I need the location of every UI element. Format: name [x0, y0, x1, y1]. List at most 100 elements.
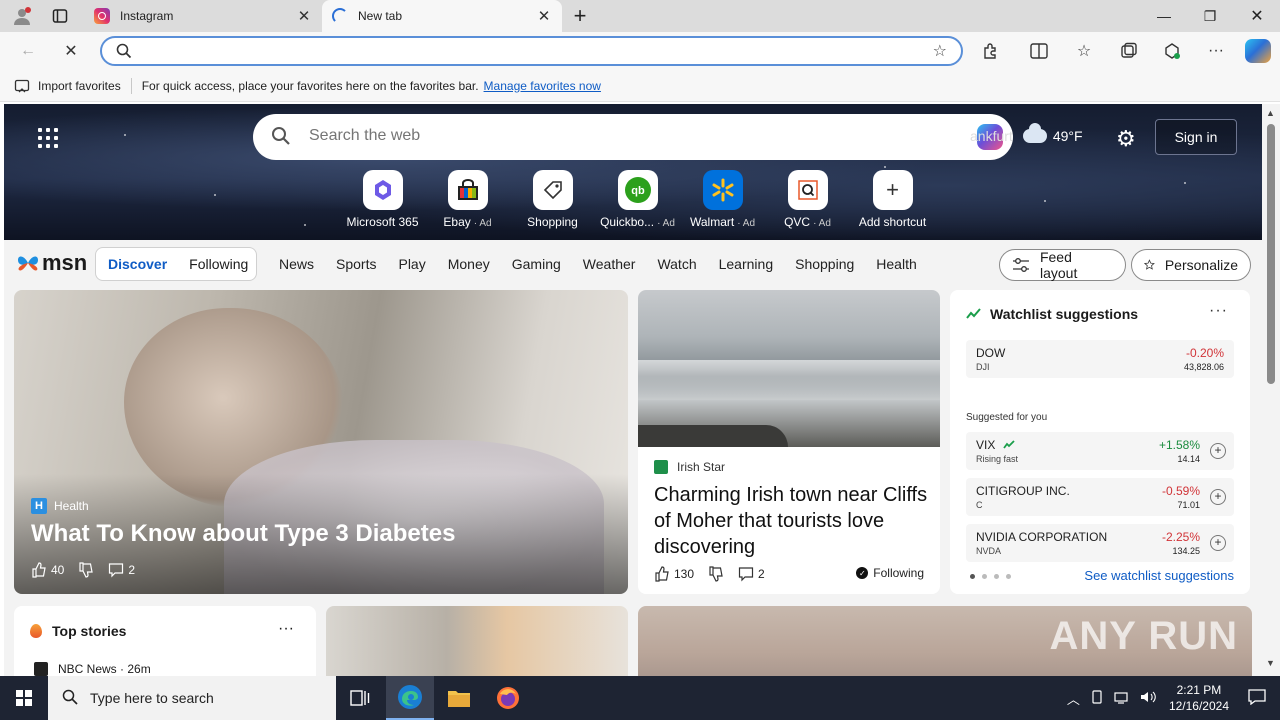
profile-icon[interactable]	[12, 6, 32, 26]
side-story-card[interactable]: Irish Star Charming Irish town near Clif…	[638, 290, 940, 594]
nav-news[interactable]: News	[279, 256, 314, 272]
personalize-button[interactable]: Personalize	[1131, 249, 1251, 281]
feed-layout-button[interactable]: Feed layout	[999, 249, 1126, 281]
close-tab-icon[interactable]: ✕	[296, 7, 312, 25]
favorites-icon[interactable]: ☆	[1070, 38, 1098, 64]
address-input[interactable]	[142, 42, 902, 60]
shortcut-quickbooks[interactable]: qb Quickbo... · Ad	[595, 170, 680, 229]
close-window-icon[interactable]: ✕	[1234, 0, 1280, 32]
minimize-icon[interactable]: —	[1141, 0, 1187, 32]
shortcut-ebay[interactable]: Ebay · Ad	[425, 170, 510, 229]
stock-row-vix[interactable]: VIX Rising fast +1.58% 14.14 +	[966, 432, 1234, 470]
tab-following[interactable]: Following	[189, 256, 248, 272]
more-options-icon[interactable]: ···	[1209, 302, 1228, 320]
nav-shopping[interactable]: Shopping	[795, 256, 854, 272]
story-card-image[interactable]	[326, 606, 628, 676]
more-options-icon[interactable]: ···	[278, 620, 294, 638]
split-screen-icon[interactable]	[1025, 38, 1053, 64]
collections-icon[interactable]	[1115, 38, 1143, 64]
web-search-input[interactable]	[309, 127, 949, 145]
shortcut-walmart[interactable]: Walmart · Ad	[680, 170, 765, 229]
shortcut-add[interactable]: + Add shortcut	[850, 170, 935, 229]
favorite-star-icon[interactable]: ☆	[933, 41, 947, 61]
network-icon[interactable]	[1114, 690, 1130, 707]
file-explorer-icon[interactable]	[435, 676, 483, 720]
weather-widget[interactable]: ankfurt 49°F	[970, 123, 1083, 144]
tab-title: New tab	[358, 9, 403, 23]
tray-overflow-icon[interactable]: ︿	[1067, 689, 1080, 708]
tab-actions-icon[interactable]	[50, 6, 70, 26]
comments-button[interactable]: 2	[108, 562, 135, 578]
notifications-icon[interactable]	[1248, 688, 1266, 708]
msn-logo[interactable]: msn	[16, 250, 87, 276]
volume-icon[interactable]	[1140, 690, 1156, 707]
top-story-source[interactable]: NBC News · 26m	[34, 662, 151, 676]
shortcut-qvc[interactable]: QVC · Ad	[765, 170, 850, 229]
add-to-watchlist-button[interactable]: +	[1210, 489, 1226, 505]
nav-gaming[interactable]: Gaming	[512, 256, 561, 272]
stop-loading-icon[interactable]: ✕	[57, 38, 85, 64]
shortcut-microsoft-365[interactable]: Microsoft 365	[340, 170, 425, 229]
device-icon[interactable]	[1090, 689, 1104, 707]
like-button[interactable]: 130	[654, 566, 694, 582]
comments-button[interactable]: 2	[738, 566, 765, 582]
stock-row-dow[interactable]: DOW DJI -0.20% 43,828.06	[966, 340, 1234, 378]
import-favorites-button[interactable]: Import favorites	[14, 78, 121, 94]
nav-play[interactable]: Play	[398, 256, 425, 272]
more-menu-icon[interactable]: ···	[1202, 38, 1230, 64]
copilot-icon[interactable]	[1245, 39, 1271, 63]
nav-sports[interactable]: Sports	[336, 256, 376, 272]
app-launcher-icon[interactable]	[38, 128, 58, 148]
side-story-title[interactable]: Charming Irish town near Cliffs of Moher…	[654, 482, 930, 560]
stock-price: 134.25	[1172, 546, 1200, 556]
scroll-down-icon[interactable]: ▼	[1266, 658, 1275, 668]
stock-row-citigroup[interactable]: CITIGROUP INC. C -0.59% 71.01 +	[966, 478, 1234, 516]
main-story-title[interactable]: What To Know about Type 3 Diabetes	[31, 520, 455, 548]
close-tab-icon[interactable]: ✕	[536, 7, 552, 25]
dislike-button[interactable]	[708, 566, 724, 582]
web-search-box[interactable]	[253, 114, 1013, 160]
dislike-button[interactable]	[78, 562, 94, 578]
nav-health[interactable]: Health	[876, 256, 916, 272]
following-button[interactable]: ✓ Following	[856, 566, 924, 580]
sign-in-button[interactable]: Sign in	[1155, 119, 1237, 155]
nav-weather[interactable]: Weather	[583, 256, 636, 272]
nav-money[interactable]: Money	[448, 256, 490, 272]
top-stories-header: Top stories	[30, 623, 126, 639]
story-source[interactable]: Irish Star	[654, 460, 725, 474]
nav-learning[interactable]: Learning	[719, 256, 774, 272]
extensions-icon[interactable]	[977, 38, 1005, 64]
scrollbar-thumb[interactable]	[1267, 124, 1275, 384]
browser-essentials-icon[interactable]	[1158, 38, 1186, 64]
task-view-icon[interactable]	[336, 676, 384, 720]
manage-favorites-link[interactable]: Manage favorites now	[484, 79, 601, 93]
add-to-watchlist-button[interactable]: +	[1210, 535, 1226, 551]
taskbar-clock[interactable]: 2:21 PM 12/16/2024	[1169, 682, 1229, 714]
hero-background: ankfurt 49°F ⚙ Sign in Microsoft 365 Eba…	[4, 104, 1262, 240]
shortcut-shopping[interactable]: Shopping	[510, 170, 595, 229]
carousel-dots[interactable]	[970, 574, 1018, 579]
nav-watch[interactable]: Watch	[657, 256, 696, 272]
see-watchlist-link[interactable]: See watchlist suggestions	[1084, 568, 1234, 583]
story-category[interactable]: H Health	[31, 498, 89, 514]
page-scrollbar[interactable]: ▲ ▼	[1262, 104, 1280, 676]
main-story-card[interactable]: H Health What To Know about Type 3 Diabe…	[14, 290, 628, 594]
scroll-up-icon[interactable]: ▲	[1266, 108, 1275, 118]
story-card-wide[interactable]: ANY RUN	[638, 606, 1252, 676]
tab-discover[interactable]: Discover	[108, 256, 167, 272]
stock-row-nvidia[interactable]: NVIDIA CORPORATION NVDA -2.25% 134.25 +	[966, 524, 1234, 562]
back-icon[interactable]: ←	[14, 38, 42, 64]
edge-app-icon[interactable]	[386, 676, 434, 720]
taskbar-search[interactable]: Type here to search	[48, 676, 336, 720]
add-to-watchlist-button[interactable]: +	[1210, 443, 1226, 459]
tab-instagram[interactable]: Instagram ✕	[84, 0, 322, 32]
tab-new-tab[interactable]: New tab ✕	[322, 0, 562, 32]
like-button[interactable]: 40	[31, 562, 64, 578]
firefox-icon[interactable]	[484, 676, 532, 720]
sliders-icon	[1012, 258, 1029, 272]
start-button[interactable]	[0, 676, 48, 720]
new-tab-icon[interactable]: +	[570, 3, 590, 28]
address-bar[interactable]: ☆	[100, 36, 963, 66]
restore-icon[interactable]: ❐	[1187, 0, 1233, 32]
settings-gear-icon[interactable]: ⚙	[1116, 126, 1136, 152]
